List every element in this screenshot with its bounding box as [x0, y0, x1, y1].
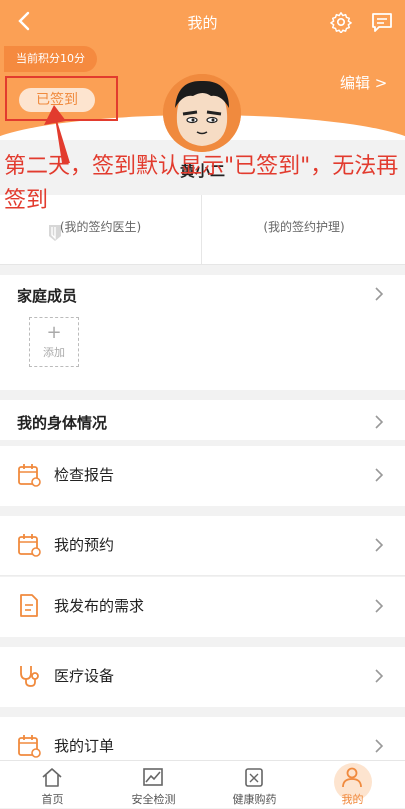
divider	[0, 575, 405, 576]
tab-label: 健康购药	[232, 793, 277, 806]
menu-label: 检查报告	[54, 466, 115, 484]
menu-label: 医疗设备	[54, 667, 115, 685]
document-icon	[20, 594, 38, 617]
home-icon	[42, 768, 62, 787]
chevron-right-icon	[375, 669, 384, 683]
signed-nurse-link[interactable]: (我的签约护理)	[203, 195, 405, 265]
chart-icon	[143, 768, 163, 786]
calendar-icon	[18, 735, 41, 758]
points-badge: 当前积分10分	[4, 46, 97, 72]
chevron-right-icon	[375, 739, 384, 753]
gear-icon[interactable]	[330, 11, 352, 33]
body-status-title: 我的身体情况	[17, 414, 108, 432]
avatar[interactable]	[163, 74, 241, 152]
chevron-right-icon	[375, 415, 384, 429]
menu-row-appointments[interactable]: 我的预约	[0, 516, 405, 576]
menu-row-medical-devices[interactable]: 医疗设备	[0, 647, 405, 707]
user-icon	[342, 767, 362, 788]
menu-row-my-requests[interactable]: 我发布的需求	[0, 577, 405, 637]
medicine-icon	[245, 768, 263, 787]
stethoscope-icon	[20, 666, 39, 687]
calendar-icon	[18, 534, 41, 557]
menu-row-check-report[interactable]: 检查报告	[0, 446, 405, 506]
bottom-tab-bar: 首页 安全检测 健康购药 我的	[0, 760, 405, 808]
tab-safety-check[interactable]: 安全检测	[103, 761, 204, 809]
menu-label: 我的订单	[54, 737, 115, 755]
annotation-arrow-icon	[44, 105, 70, 163]
message-icon[interactable]	[370, 11, 394, 33]
menu-label: 我发布的需求	[54, 597, 145, 615]
tab-mine[interactable]: 我的	[302, 761, 403, 809]
tab-label: 首页	[41, 793, 64, 806]
chevron-right-icon	[375, 468, 384, 482]
edit-profile-link[interactable]: 编辑 >	[340, 72, 387, 93]
top-bar: 我的	[0, 0, 405, 44]
chevron-right-icon	[375, 538, 384, 552]
chevron-right-icon[interactable]	[373, 287, 385, 301]
tab-pharmacy[interactable]: 健康购药	[204, 761, 305, 809]
body-status-section[interactable]: 我的身体情况	[0, 400, 405, 440]
tab-home[interactable]: 首页	[2, 761, 103, 809]
plus-icon: +	[46, 322, 62, 343]
menu-label: 我的预约	[54, 536, 115, 554]
tab-label: 我的	[341, 793, 364, 806]
doctor-badge-icon	[49, 225, 61, 241]
calendar-icon	[18, 464, 41, 487]
chevron-right-icon	[375, 599, 384, 613]
add-family-button[interactable]: + 添加	[29, 317, 79, 367]
cartoon-face-icon	[163, 74, 241, 152]
signed-doctor-link[interactable]: (我的签约医生)	[0, 195, 202, 265]
add-label: 添加	[43, 346, 65, 359]
family-title: 家庭成员	[17, 287, 78, 305]
tab-label: 安全检测	[131, 793, 176, 806]
